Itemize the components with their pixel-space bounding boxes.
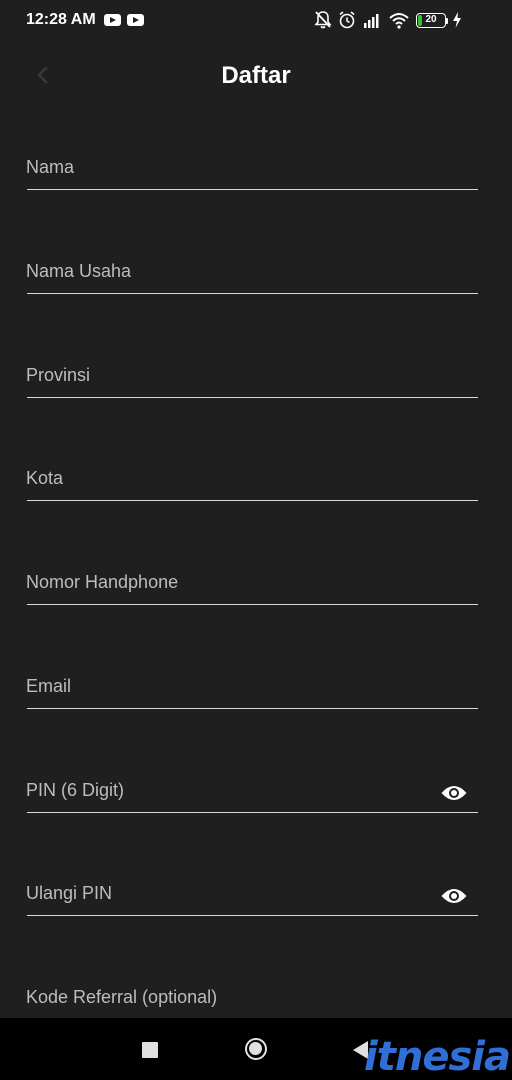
home-icon[interactable] [245,1038,267,1060]
eye-icon [441,786,467,800]
charging-icon [453,12,461,28]
signal-icon [364,14,379,28]
city-field[interactable]: Kota [26,441,478,501]
province-field-label: Provinsi [26,365,91,385]
field-underline [27,707,478,709]
name-field[interactable]: Nama [26,130,478,190]
confirm-pin-field[interactable]: Ulangi PIN [26,856,478,916]
email-field[interactable]: Email [26,649,478,709]
mute-notifications-icon [314,11,332,29]
field-underline [27,499,478,501]
name-field-label: Nama [26,157,75,177]
status-time: 12:28 AM [26,11,96,28]
confirm-pin-visibility-toggle[interactable] [440,886,468,906]
field-underline [27,396,478,398]
pin-visibility-toggle[interactable] [440,783,468,803]
field-underline [27,188,478,190]
confirm-pin-field-label: Ulangi PIN [26,883,113,903]
battery-tip [446,18,448,24]
battery-icon: 20 [416,13,446,28]
watermark-logo: itnesia [364,1034,511,1080]
business-name-field[interactable]: Nama Usaha [26,234,478,294]
app-header: Daftar [0,42,512,112]
recents-icon[interactable] [142,1042,158,1058]
alarm-icon [339,11,355,29]
business-name-field-label: Nama Usaha [26,261,132,281]
field-underline [27,811,478,813]
youtube-icon [127,14,144,26]
field-underline [27,292,478,294]
pin-field-label: PIN (6 Digit) [26,780,125,800]
eye-icon [441,889,467,903]
field-underline [27,914,478,916]
status-icons: 20 [314,10,494,32]
city-field-label: Kota [26,468,64,488]
youtube-icon [104,14,121,26]
pin-field[interactable]: PIN (6 Digit) [26,753,478,813]
province-field[interactable]: Provinsi [26,338,478,398]
wifi-icon [389,13,409,29]
phone-number-field[interactable]: Nomor Handphone [26,545,478,605]
phone-number-field-label: Nomor Handphone [26,572,179,592]
email-field-label: Email [26,676,72,696]
referral-code-field-label: Kode Referral (optional) [26,987,218,1007]
battery-level-text: 20 [425,14,437,25]
status-bar: 12:28 AM 20 [0,0,512,42]
referral-code-field[interactable]: Kode Referral (optional) [26,960,478,1020]
field-underline [27,603,478,605]
page-title: Daftar [221,62,291,89]
